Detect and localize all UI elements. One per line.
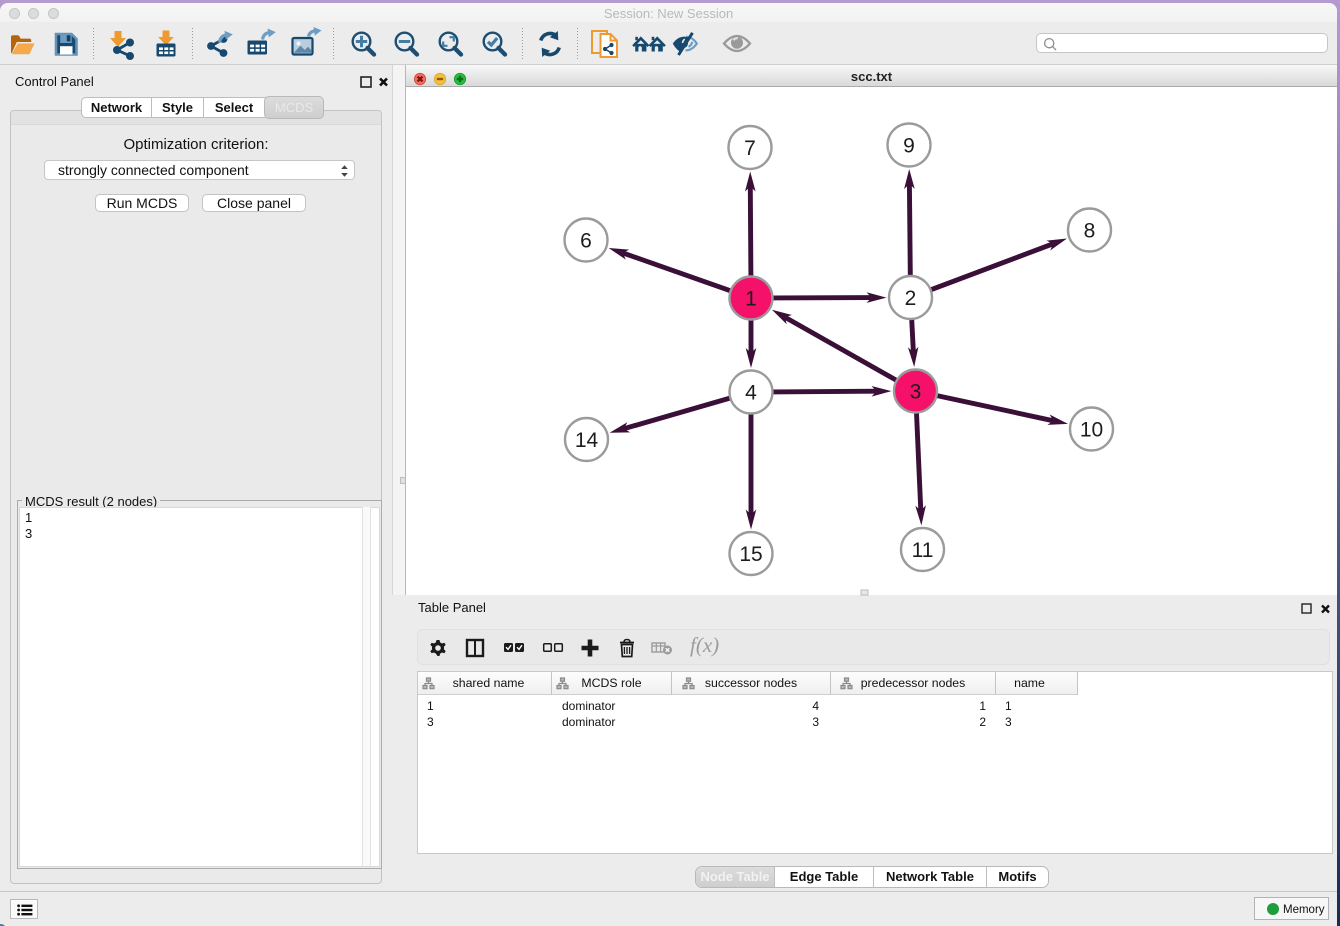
svg-text:6: 6: [580, 230, 592, 253]
svg-text:8: 8: [1084, 220, 1096, 243]
svg-text:3: 3: [910, 381, 922, 404]
svg-text:4: 4: [745, 382, 757, 405]
svg-text:10: 10: [1080, 419, 1103, 442]
svg-text:15: 15: [739, 543, 762, 566]
svg-text:7: 7: [744, 137, 756, 160]
svg-text:14: 14: [575, 429, 599, 452]
svg-text:1: 1: [745, 288, 757, 311]
svg-text:9: 9: [903, 135, 915, 158]
svg-text:11: 11: [912, 539, 934, 562]
svg-text:2: 2: [905, 287, 917, 310]
